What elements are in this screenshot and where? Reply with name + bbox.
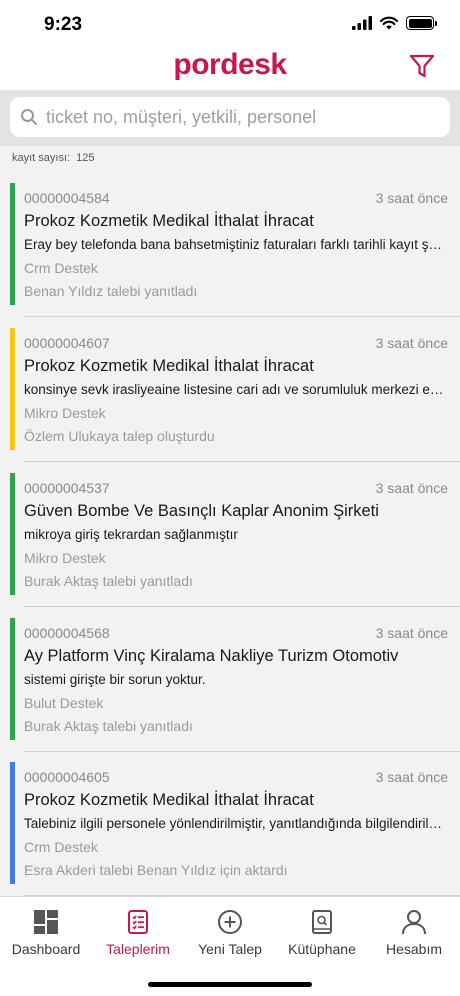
ticket-message: sistemi girişte bir sorun yoktur. [24,672,206,687]
ticket-time: 3 saat önce [375,625,448,641]
ticket-message: konsinye sevk irasliyeaine listesine car… [24,382,448,397]
ticket-activity: Esra Akderi talebi Benan Yıldız için akt… [24,862,288,878]
tab-yeni-talep[interactable]: Yeni Talep [184,909,276,957]
ticket-status-stripe [10,183,15,305]
ticket-company: Prokoz Kozmetik Medikal İthalat İhracat [24,357,314,375]
ticket-company: Ay Platform Vinç Kiralama Nakliye Turizm… [24,647,399,665]
app-header: pordesk [0,46,460,90]
ticket-number: 00000004568 [24,625,110,641]
ticket-company: Prokoz Kozmetik Medikal İthalat İhracat [24,212,314,230]
dashboard-icon [34,910,58,934]
search-bar [0,90,460,146]
user-icon [402,910,426,935]
tab-label: Taleplerim [106,941,170,957]
ticket-status-stripe [10,762,15,884]
tab-bar: Dashboard Taleplerim Yeni Talep Kütüphan… [0,896,460,996]
ticket-card[interactable]: 00000004584 3 saat önce Prokoz Kozmetik … [0,172,460,317]
ticket-card[interactable]: 00000004607 3 saat önce Prokoz Kozmetik … [0,317,460,462]
ticket-category: Mikro Destek [24,405,106,421]
ticket-message: Eray bey telefonda bana bahsetmiştiniz f… [24,237,448,252]
ticket-activity: Benan Yıldız talebi yanıtladı [24,283,198,299]
ticket-message: mikroya giriş tekrardan sağlanmıştır [24,527,238,542]
status-bar: 9:23 [0,0,460,46]
ticket-company: Güven Bombe Ve Basınçlı Kaplar Anonim Şi… [24,502,379,520]
plus-circle-icon [218,910,242,934]
ticket-category: Crm Destek [24,260,98,276]
search-input[interactable] [46,106,436,128]
record-count-label: kayıt sayısı: [12,152,71,164]
ticket-number: 00000004584 [24,190,110,206]
tab-label: Dashboard [11,941,81,957]
ticket-time: 3 saat önce [375,769,448,785]
ticket-activity: Burak Aktaş talebi yanıtladı [24,718,193,734]
battery-icon [406,16,437,30]
ticket-category: Mikro Destek [24,550,106,566]
ticket-category: Bulut Destek [24,695,104,711]
ticket-status-stripe [10,618,15,740]
home-indicator [148,982,312,987]
ticket-status-stripe [10,328,15,450]
ticket-company: Prokoz Kozmetik Medikal İthalat İhracat [24,791,314,809]
tickets-icon [128,910,148,934]
ticket-number: 00000004605 [24,769,110,785]
tab-hesabim[interactable]: Hesabım [368,909,460,957]
tab-label: Kütüphane [288,941,356,957]
record-count: kayıt sayısı: 125 [12,152,94,164]
search-box[interactable] [10,97,450,137]
ticket-activity: Burak Aktaş talebi yanıtladı [24,573,193,589]
ticket-time: 3 saat önce [375,480,448,496]
search-icon [21,109,37,125]
tab-label: Hesabım [385,941,443,957]
status-icons [352,16,437,30]
app-logo: pordesk [173,48,287,81]
ticket-status-stripe [10,473,15,595]
ticket-card[interactable]: 00000004605 3 saat önce Prokoz Kozmetik … [0,751,460,896]
status-time: 9:23 [44,14,83,35]
tab-dashboard[interactable]: Dashboard [0,909,92,957]
library-icon [312,910,332,934]
record-count-value: 125 [76,152,95,164]
filter-icon[interactable] [408,52,436,80]
tab-label: Yeni Talep [198,941,262,957]
ticket-category: Crm Destek [24,839,98,855]
ticket-activity: Özlem Ulukaya talep oluşturdu [24,428,215,444]
ticket-card[interactable]: 00000004568 3 saat önce Ay Platform Vinç… [0,607,460,752]
ticket-number: 00000004537 [24,480,110,496]
tab-taleplerim[interactable]: Taleplerim [92,909,184,957]
ticket-list: 00000004584 3 saat önce Prokoz Kozmetik … [0,172,460,896]
ticket-number: 00000004607 [24,335,110,351]
ticket-message: Talebiniz ilgili personele yönlendirilmi… [24,816,448,831]
ticket-time: 3 saat önce [375,335,448,351]
wifi-icon [380,16,398,30]
ticket-card[interactable]: 00000004537 3 saat önce Güven Bombe Ve B… [0,462,460,607]
ticket-time: 3 saat önce [375,190,448,206]
tab-kutuphane[interactable]: Kütüphane [276,909,368,957]
signal-icon [352,16,372,30]
